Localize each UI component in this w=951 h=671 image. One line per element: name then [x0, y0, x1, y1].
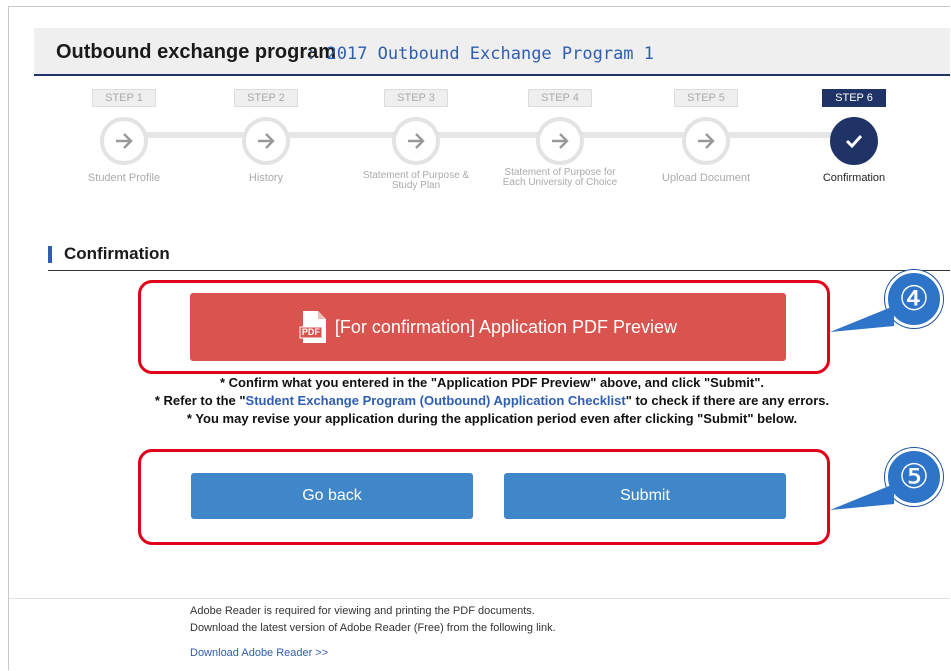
footer: Adobe Reader is required for viewing and…: [9, 598, 950, 671]
step-3-label: Statement of Purpose & Study Plan: [362, 170, 470, 191]
step-progress: STEP 1 Student Profile STEP 2 History ST…: [34, 88, 944, 218]
callout-pointer-5: [830, 484, 894, 510]
step-3-pill: STEP 3: [384, 89, 448, 107]
callout-pointer-4: [830, 306, 894, 332]
program-name: : 2017 Outbound Exchange Program 1: [306, 44, 655, 64]
note-line-2: * Refer to the "Student Exchange Program…: [154, 393, 830, 408]
step-4: STEP 4 Statement of Purpose for Each Uni…: [495, 88, 625, 188]
arrow-right-icon: [242, 117, 290, 165]
step-1-pill: STEP 1: [92, 89, 156, 107]
callout-frame-4: [138, 280, 830, 374]
note-line-1: * Confirm what you entered in the "Appli…: [219, 375, 765, 390]
section-title: Confirmation: [64, 244, 170, 263]
checkmark-icon: [830, 117, 878, 165]
footer-text: Adobe Reader is required for viewing and…: [190, 605, 556, 634]
step-4-pill: STEP 4: [528, 89, 592, 107]
arrow-right-icon: [100, 117, 148, 165]
arrow-right-icon: [682, 117, 730, 165]
submit-button[interactable]: Submit: [504, 473, 786, 519]
section-accent-bar: [48, 246, 52, 263]
note-line-3: * You may revise your application during…: [186, 411, 798, 426]
step-6: STEP 6 Confirmation: [789, 88, 919, 184]
arrow-right-icon: [392, 117, 440, 165]
step-5-label: Upload Document: [661, 172, 751, 184]
page-header: Outbound exchange program : 2017 Outboun…: [34, 28, 950, 76]
step-1-label: Student Profile: [87, 172, 161, 184]
confirmation-notes: * Confirm what you entered in the "Appli…: [34, 374, 950, 428]
step-2-pill: STEP 2: [234, 89, 298, 107]
section-header: Confirmation: [48, 242, 950, 271]
checklist-link[interactable]: Student Exchange Program (Outbound) Appl…: [246, 393, 626, 408]
step-6-label: Confirmation: [822, 172, 886, 184]
download-adobe-reader-link[interactable]: Download Adobe Reader >>: [190, 647, 328, 659]
step-6-pill: STEP 6: [822, 89, 886, 107]
step-1: STEP 1 Student Profile: [59, 88, 189, 184]
page-title: Outbound exchange program: [56, 41, 337, 63]
arrow-right-icon: [536, 117, 584, 165]
step-5-pill: STEP 5: [674, 89, 738, 107]
step-2-label: History: [248, 172, 284, 184]
step-3: STEP 3 Statement of Purpose & Study Plan: [351, 88, 481, 191]
step-4-label: Statement of Purpose for Each University…: [502, 167, 618, 188]
step-5: STEP 5 Upload Document: [641, 88, 771, 184]
go-back-button[interactable]: Go back: [191, 473, 473, 519]
step-2: STEP 2 History: [201, 88, 331, 184]
